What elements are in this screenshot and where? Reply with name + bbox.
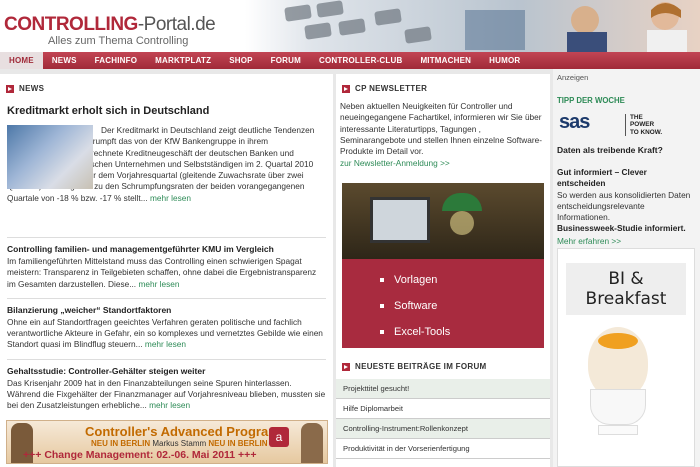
nav-item-mitmachen[interactable]: MITMACHEN <box>411 52 480 69</box>
lead-article-title[interactable]: Kreditmarkt erholt sich in Deutschland <box>7 105 326 117</box>
news-heading-label: NEWS <box>19 84 45 93</box>
forum-post[interactable]: Projekttitel gesucht! <box>336 379 550 400</box>
news-article: Controlling familien- und managementgefü… <box>7 244 326 290</box>
read-more-link[interactable]: mehr lesen <box>149 400 190 410</box>
arrow-bullet-icon <box>342 84 350 93</box>
brand-logo-icon: a <box>269 427 289 447</box>
forum-heading: NEUESTE BEITRÄGE IM FORUM <box>342 362 550 371</box>
ad-question: Daten als treibende Kraft? <box>557 145 663 155</box>
newsletter-signup-link[interactable]: zur Newsletter-Anmeldung >> <box>340 158 450 168</box>
promo-item-vorlagen[interactable]: Vorlagen <box>380 267 544 293</box>
lamp-light <box>450 211 474 236</box>
bi-ad-title: BI & Breakfast <box>566 263 686 315</box>
article-text: Das Krisenjahr 2009 hat in den Finanzabt… <box>7 378 326 412</box>
sas-logo: sas <box>559 111 590 133</box>
sas-tagline-line: THE <box>630 114 643 121</box>
ad-text-bold: Gut informiert – Clever entscheiden <box>557 167 647 189</box>
site-header: CONTROLLING-Portal.de Alles zum Thema Co… <box>0 0 700 52</box>
egg-cup-illustration <box>590 389 646 425</box>
forum-list: Projekttitel gesucht! Hilfe Diplomarbeit… <box>336 379 550 460</box>
header-photo <box>245 0 700 52</box>
sas-tagline-line: POWER <box>630 121 655 129</box>
sas-tagline-line: TO KNOW. <box>630 128 663 136</box>
ad-text-bold2: Businessweek-Studie informiert. <box>557 223 686 234</box>
read-more-link[interactable]: mehr lesen <box>145 339 186 349</box>
banner-change-text: +++ Change Management: 02.-06. Mai 2011 … <box>23 449 257 461</box>
lead-article: Der Kreditmarkt in Deutschland zeigt deu… <box>7 125 326 229</box>
lamp-illustration <box>442 193 482 212</box>
learn-more-link[interactable]: Mehr erfahren >> <box>553 236 621 246</box>
article-text: Ohne ein auf Standortfragen geeichtes Ve… <box>7 317 326 351</box>
banner-subtitle: NEU IN BERLIN Markus Stamm NEU IN BERLIN <box>91 439 268 448</box>
promo-item-software[interactable]: Software <box>380 293 544 319</box>
site-logo[interactable]: CONTROLLING-Portal.de <box>4 14 216 36</box>
person-photo <box>301 423 323 463</box>
arrow-bullet-icon <box>342 362 350 371</box>
middle-column: CP NEWSLETTER Neben aktuellen Neuigkeite… <box>336 74 550 467</box>
nav-item-fachinfo[interactable]: FACHINFO <box>86 52 147 69</box>
newsletter-text: Neben aktuellen Neuigkeiten für Controll… <box>340 101 543 157</box>
nav-item-forum[interactable]: FORUM <box>262 52 310 69</box>
divider <box>7 237 326 238</box>
arrow-bullet-icon <box>6 84 14 93</box>
lead-article-image[interactable] <box>7 125 93 189</box>
monitor-illustration <box>370 197 430 244</box>
sas-ad[interactable]: sas THE POWER TO KNOW. <box>553 111 700 141</box>
news-article: Gehaltsstudie: Controller-Gehälter steig… <box>7 366 326 412</box>
egg-cup-foot <box>598 425 638 435</box>
tip-of-week-heading: TIPP DER WOCHE <box>557 96 625 105</box>
banner-sub-name: Markus Stamm <box>152 439 207 448</box>
news-column: NEWS Kreditmarkt erholt sich in Deutschl… <box>0 74 333 467</box>
news-article: Bilanzierung „weicher“ Standortfaktoren … <box>7 305 326 351</box>
nav-item-humor[interactable]: HUMOR <box>480 52 529 69</box>
promo-list: Vorlagen Software Excel-Tools <box>342 259 544 349</box>
nav-item-marktplatz[interactable]: MARKTPLATZ <box>146 52 220 69</box>
logo-part2: -Portal.de <box>137 14 216 35</box>
forum-post[interactable]: Hilfe Diplomarbeit <box>336 399 550 420</box>
logo-part1: CONTROLLING <box>4 14 138 35</box>
banner-sub-prefix: NEU IN BERLIN <box>91 439 151 448</box>
yolk-illustration <box>598 333 638 349</box>
nav-item-news[interactable]: NEWS <box>43 52 86 69</box>
main-nav: HOME NEWS FACHINFO MARKTPLATZ SHOP FORUM… <box>0 52 700 69</box>
site-tagline: Alles zum Thema Controlling <box>48 35 189 47</box>
divider <box>7 297 326 299</box>
nav-item-home[interactable]: HOME <box>0 52 43 69</box>
read-more-link[interactable]: mehr lesen <box>150 193 191 203</box>
forum-heading-label: NEUESTE BEITRÄGE IM FORUM <box>355 362 487 372</box>
article-text: Im familiengeführten Mittelstand muss da… <box>7 256 326 290</box>
ad-text-body: So werden aus konsolidierten Daten entsc… <box>557 189 691 223</box>
ads-column: Anzeigen TIPP DER WOCHE sas THE POWER TO… <box>553 69 700 467</box>
nav-item-controller-club[interactable]: CONTROLLER-CLUB <box>310 52 411 69</box>
newsletter-heading-label: CP NEWSLETTER <box>355 84 428 93</box>
ad-text: Gut informiert – Clever entscheiden So w… <box>553 167 700 235</box>
article-title[interactable]: Gehaltsstudie: Controller-Gehälter steig… <box>7 366 326 377</box>
article-title[interactable]: Controlling familien- und managementgefü… <box>7 244 326 255</box>
sas-tagline: THE POWER TO KNOW. <box>625 114 662 136</box>
bi-breakfast-ad[interactable]: BI & Breakfast <box>557 248 695 467</box>
ads-label: Anzeigen <box>557 73 589 82</box>
promo-photo <box>342 183 544 260</box>
newsletter-heading: CP NEWSLETTER <box>342 84 550 93</box>
divider <box>7 358 326 360</box>
article-title[interactable]: Bilanzierung „weicher“ Standortfaktoren <box>7 305 326 316</box>
promo-item-excel-tools[interactable]: Excel-Tools <box>380 319 544 345</box>
downloads-promo[interactable]: Vorlagen Software Excel-Tools <box>342 183 544 349</box>
news-heading: NEWS <box>6 84 333 93</box>
read-more-link[interactable]: mehr lesen <box>138 279 179 289</box>
banner-title: Controller's Advanced Program <box>85 424 280 439</box>
forum-post[interactable]: Controlling-Instrument:Rollenkonzept <box>336 419 550 440</box>
forum-post[interactable]: Produktivität in der Vorserienfertigung <box>336 439 550 460</box>
nav-item-shop[interactable]: SHOP <box>220 52 261 69</box>
banner-sub-suffix: NEU IN BERLIN <box>208 439 268 448</box>
controllers-program-banner[interactable]: Controller's Advanced Program NEU IN BER… <box>6 420 328 464</box>
